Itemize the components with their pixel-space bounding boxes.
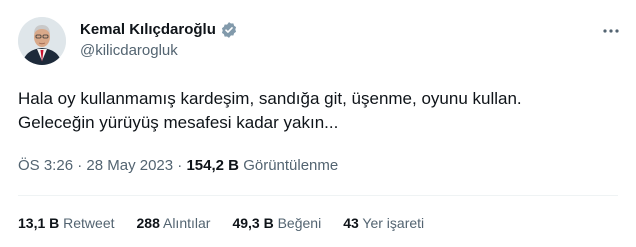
quotes-stat[interactable]: 288 Alıntılar <box>137 213 211 233</box>
views-count: 154,2 B <box>186 157 240 174</box>
bookmarks-stat[interactable]: 43 Yer işareti <box>343 213 424 233</box>
retweets-label: Retweet <box>63 215 115 231</box>
likes-count: 49,3 B <box>232 215 274 231</box>
more-options-icon[interactable] <box>600 20 622 42</box>
tweet-text-line: Hala oy kullanmamış kardeşim, sandığa gi… <box>18 89 522 108</box>
engagement-stats: 13,1 B Retweet 288 Alıntılar 49,3 B Beğe… <box>18 213 446 233</box>
author-display-name[interactable]: Kemal Kılıçdaroğlu <box>80 20 216 40</box>
likes-stat[interactable]: 49,3 B Beğeni <box>232 213 321 233</box>
divider <box>18 195 618 196</box>
quotes-count: 288 <box>136 215 160 231</box>
views-label: Görüntülenme <box>243 157 339 174</box>
tweet-date[interactable]: 28 May 2023 <box>86 157 173 174</box>
meta-separator: · <box>177 157 183 174</box>
tweet-text: Hala oy kullanmamış kardeşim, sandığa gi… <box>18 87 618 135</box>
retweets-count: 13,1 B <box>18 215 60 231</box>
quotes-label: Alıntılar <box>162 215 211 231</box>
verified-badge-icon <box>220 21 238 39</box>
retweets-stat[interactable]: 13,1 B Retweet <box>18 213 115 233</box>
tweet-card: Kemal Kılıçdaroğlu @kilicdarogluk Hala o… <box>0 0 636 247</box>
likes-label: Beğeni <box>277 215 322 231</box>
tweet-time[interactable]: ÖS 3:26 <box>18 157 73 174</box>
tweet-text-line: Geleceğin yürüyüş mesafesi kadar yakın..… <box>18 113 339 132</box>
meta-separator: · <box>77 157 83 174</box>
author-name-row: Kemal Kılıçdaroğlu <box>80 20 238 40</box>
author-handle[interactable]: @kilicdarogluk <box>80 41 178 61</box>
bookmarks-count: 43 <box>343 215 359 231</box>
avatar[interactable] <box>18 17 66 65</box>
bookmarks-label: Yer işareti <box>362 215 425 231</box>
tweet-meta: ÖS 3:26 · 28 May 2023 · 154,2 B Görüntül… <box>18 156 338 176</box>
